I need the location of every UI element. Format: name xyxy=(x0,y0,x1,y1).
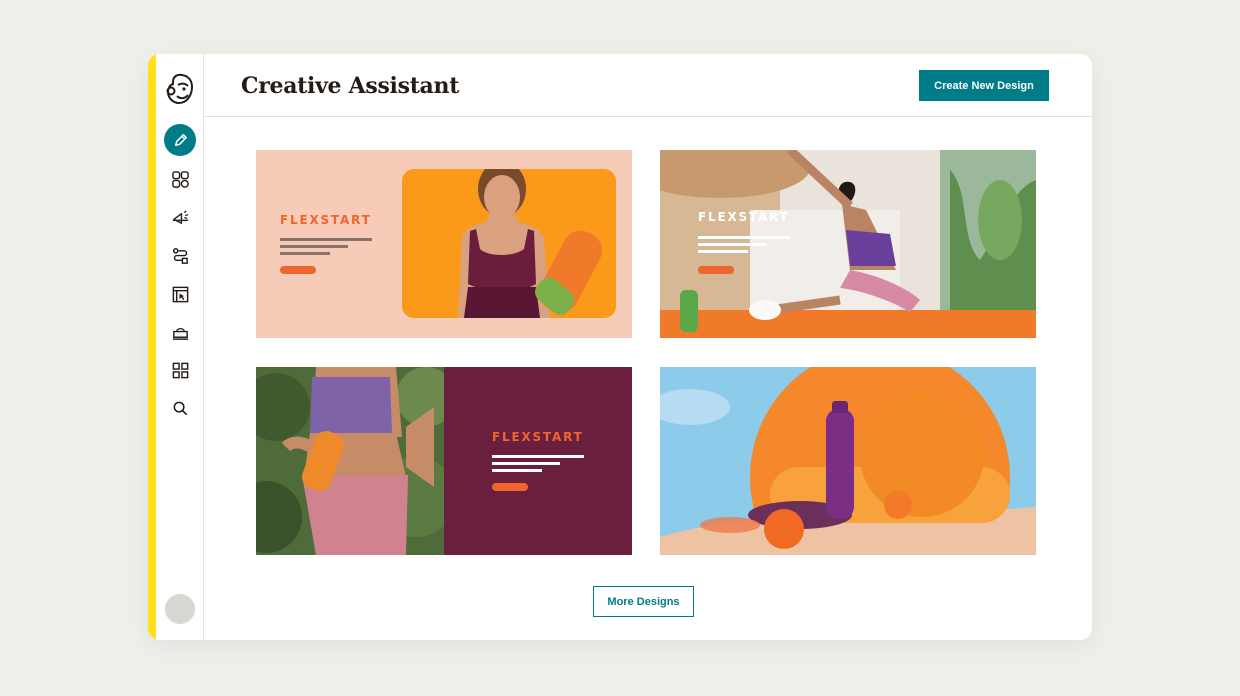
text-line xyxy=(492,455,584,458)
sidebar xyxy=(156,54,204,640)
user-avatar[interactable] xyxy=(165,594,195,624)
accent-strip xyxy=(148,54,156,640)
design-brand-text: FLEXSTART xyxy=(492,430,584,444)
audience-icon xyxy=(171,170,189,188)
nav-integrations[interactable] xyxy=(164,354,196,386)
design-card[interactable]: FLEXSTART xyxy=(660,150,1036,338)
text-line xyxy=(280,245,348,248)
cta-pill xyxy=(698,266,734,274)
app-window: Creative Assistant Create New Design FLE… xyxy=(148,54,1092,640)
cta-pill xyxy=(280,266,316,274)
website-icon xyxy=(172,286,188,302)
content-studio-icon xyxy=(172,327,188,340)
product-still-life-photo xyxy=(660,367,1036,555)
more-designs-button[interactable]: More Designs xyxy=(593,586,694,617)
design-brand-text: FLEXSTART xyxy=(280,213,372,227)
search-icon xyxy=(173,401,187,415)
design-card[interactable]: FLEXSTART xyxy=(256,367,632,555)
nav-website[interactable] xyxy=(164,278,196,310)
nav-create[interactable] xyxy=(164,124,196,156)
cta-pill xyxy=(492,483,528,491)
nav-automations[interactable] xyxy=(164,240,196,272)
pencil-icon xyxy=(174,133,187,146)
text-line xyxy=(492,469,542,472)
text-line xyxy=(280,252,330,255)
text-line xyxy=(698,236,790,239)
design-card[interactable] xyxy=(660,367,1036,555)
main-content: Creative Assistant Create New Design FLE… xyxy=(205,54,1092,640)
text-line xyxy=(492,462,560,465)
bottle-model-photo xyxy=(256,367,444,555)
page-header: Creative Assistant Create New Design xyxy=(205,54,1092,117)
model-photo xyxy=(402,169,616,318)
nav-search[interactable] xyxy=(164,392,196,424)
text-line xyxy=(698,243,766,246)
nav-content-studio[interactable] xyxy=(164,316,196,348)
megaphone-icon xyxy=(172,209,188,224)
page-title: Creative Assistant xyxy=(241,73,460,99)
mailchimp-logo-icon[interactable] xyxy=(164,72,196,106)
automations-icon xyxy=(172,247,188,264)
text-line xyxy=(280,238,372,241)
nav-audience[interactable] xyxy=(164,163,196,195)
design-card[interactable]: FLEXSTART xyxy=(256,150,632,338)
text-line xyxy=(698,250,748,253)
create-new-design-button[interactable]: Create New Design xyxy=(919,70,1049,101)
nav-campaigns[interactable] xyxy=(164,201,196,233)
design-brand-text: FLEXSTART xyxy=(698,210,790,224)
integrations-grid-icon xyxy=(172,362,188,378)
